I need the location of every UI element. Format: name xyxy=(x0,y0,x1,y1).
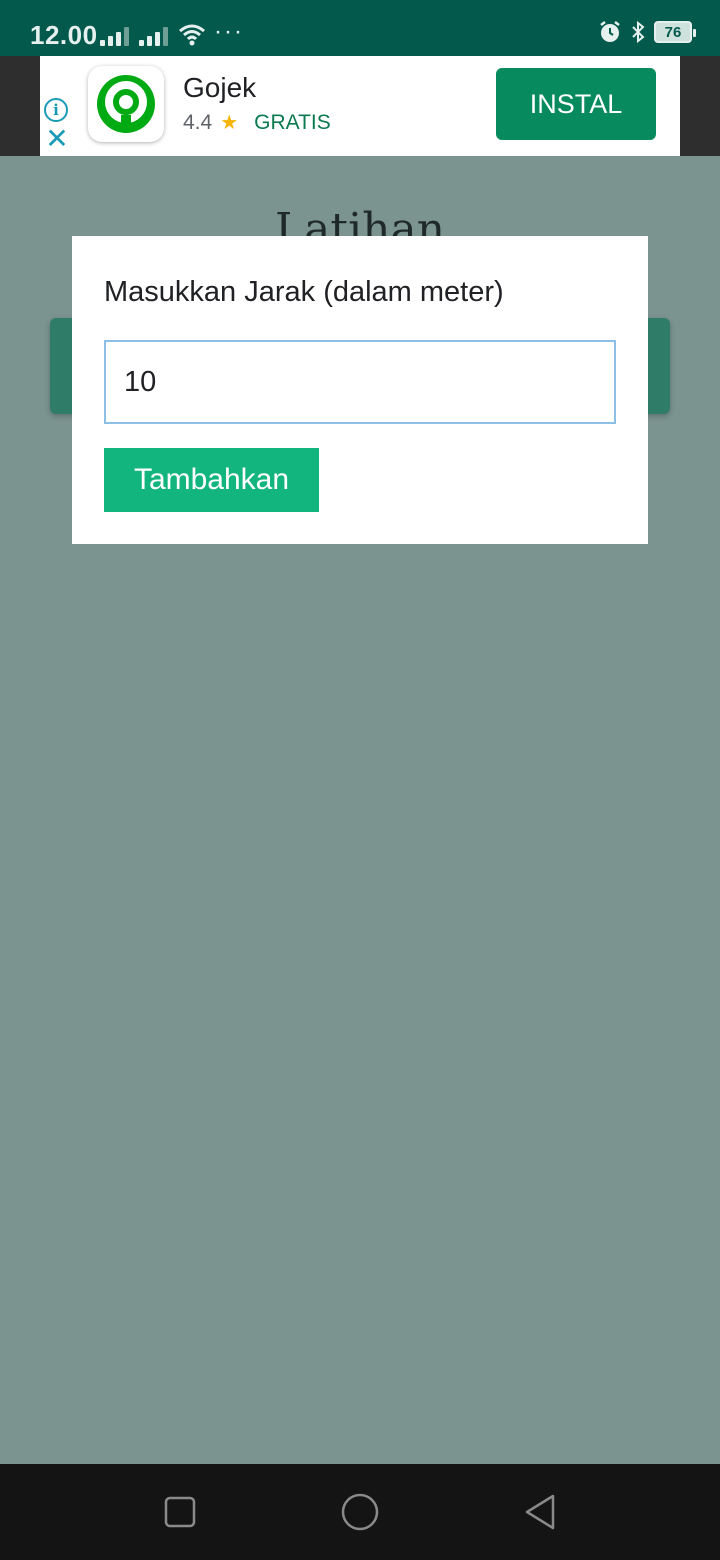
ad-price: GRATIS xyxy=(254,110,331,134)
alarm-icon xyxy=(600,21,620,42)
signal-icon-2 xyxy=(139,26,168,46)
bluetooth-icon xyxy=(632,20,645,44)
status-time: 12.00 xyxy=(30,20,98,50)
ad-install-button[interactable]: INSTAL xyxy=(496,68,656,140)
distance-dialog: Masukkan Jarak (dalam meter) Tambahkan xyxy=(72,236,648,544)
battery-icon: 76 xyxy=(654,21,696,43)
distance-input[interactable] xyxy=(104,340,616,424)
ad-app-name: Gojek xyxy=(183,72,257,103)
star-icon: ★ xyxy=(220,112,239,134)
navigation-bar xyxy=(0,1464,720,1560)
gojek-logo-icon xyxy=(97,75,155,133)
wifi-icon xyxy=(179,24,205,46)
recents-square-icon[interactable] xyxy=(160,1492,200,1532)
more-notifications-icon: ··· xyxy=(214,18,244,45)
status-left-icons xyxy=(100,24,206,46)
ad-rating: 4.4 xyxy=(183,110,213,134)
ad-close-icon[interactable]: ✕ xyxy=(44,125,70,153)
ad-banner[interactable]: i ✕ Gojek 4.4 ★ GRATIS INSTAL xyxy=(40,56,680,156)
back-triangle-icon[interactable] xyxy=(520,1492,560,1532)
status-bar: 12.00 ··· 76 xyxy=(0,0,720,56)
ad-meta: 4.4 ★ GRATIS xyxy=(183,110,331,135)
signal-icon xyxy=(100,26,129,46)
home-circle-icon[interactable] xyxy=(340,1492,380,1532)
ad-info-icon[interactable]: i xyxy=(44,98,68,122)
add-button[interactable]: Tambahkan xyxy=(104,448,319,512)
distance-label: Masukkan Jarak (dalam meter) xyxy=(104,276,504,308)
status-right-icons: 76 xyxy=(598,20,696,44)
gojek-app-icon[interactable] xyxy=(88,66,164,142)
